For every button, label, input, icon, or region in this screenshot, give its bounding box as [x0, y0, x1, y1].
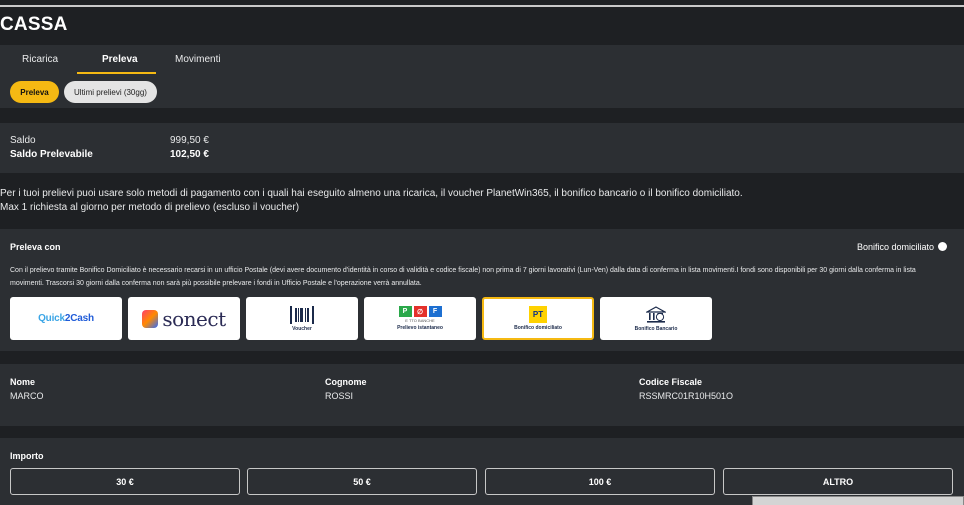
tab-bar: Ricarica Preleva Movimenti	[0, 45, 964, 75]
subtab-ultimi-prelievi-button[interactable]: Ultimi prelievi (30gg)	[64, 81, 157, 103]
tab-preleva[interactable]: Preleva	[102, 54, 138, 65]
prelievo-istantaneo-sub: E TTO BANCHE	[405, 318, 435, 323]
subtab-bar: Preleva Ultimi prelievi (30gg)	[0, 75, 964, 108]
codice-fiscale-value: RSSMRC01R10H501O	[639, 391, 734, 401]
method-card-quick2cash[interactable]: Quick2Cash	[10, 297, 122, 340]
method-card-voucher[interactable]: Voucher	[246, 297, 358, 340]
user-data-panel: Nome MARCO Cognome ROSSI Codice Fiscale …	[0, 364, 964, 426]
tab-ricarica[interactable]: Ricarica	[22, 54, 58, 65]
importo-panel: Importo 30 € 50 € 100 € ALTRO	[0, 438, 964, 505]
bonifico-bancario-caption: Bonifico Bancario	[634, 325, 678, 332]
sonect-mark-icon	[142, 309, 159, 328]
method-description: Con il prelievo tramite Bonifico Domicil…	[10, 267, 916, 287]
active-tab-indicator	[77, 72, 156, 74]
codice-fiscale-label: Codice Fiscale	[639, 377, 703, 387]
barcode-icon	[290, 305, 314, 324]
saldo-panel: Saldo 999,50 € Saldo Prelevabile 102,50 …	[0, 123, 964, 173]
amount-50-button[interactable]: 50 €	[247, 468, 477, 495]
preleva-con-panel: Preleva con Bonifico domiciliato Con il …	[0, 229, 964, 351]
tab-movimenti[interactable]: Movimenti	[175, 54, 221, 65]
quick2cash-logo: Quick2Cash	[38, 313, 94, 324]
cognome-value: ROSSI	[325, 391, 354, 401]
method-card-bonifico-bancario[interactable]: Bonifico Bancario	[600, 297, 712, 340]
voucher-caption: Voucher	[292, 325, 312, 332]
nome-label: Nome	[10, 377, 36, 387]
subtab-preleva-button[interactable]: Preleva	[10, 81, 59, 103]
bank-icon	[646, 305, 666, 323]
prelievo-istantaneo-logo: P ∅ F	[398, 306, 442, 317]
nome-value: MARCO	[10, 391, 44, 401]
saldo-prelevabile-label: Saldo Prelevabile	[10, 149, 93, 160]
saldo-prelevabile-value: 102,50 €	[170, 149, 209, 160]
preleva-con-title: Preleva con	[10, 242, 61, 252]
bonifico-domiciliato-caption: Bonifico domiciliato	[514, 325, 562, 331]
importo-title: Importo	[10, 451, 44, 461]
top-divider	[0, 5, 964, 7]
saldo-value: 999,50 €	[170, 135, 209, 146]
poste-italiane-icon: PT	[529, 306, 547, 323]
amount-altro-button[interactable]: ALTRO	[723, 468, 953, 495]
page-title: CASSA	[0, 14, 68, 35]
method-card-prelievo-istantaneo[interactable]: P ∅ F E TTO BANCHE Prelievo istantaneo	[364, 297, 476, 340]
method-card-bonifico-domiciliato[interactable]: PT Bonifico domiciliato	[482, 297, 594, 340]
sonect-logo: sonect	[142, 307, 226, 331]
saldo-label: Saldo	[10, 135, 36, 146]
info-text-limit: Max 1 richiesta al giorno per metodo di …	[0, 202, 300, 213]
amount-30-button[interactable]: 30 €	[10, 468, 240, 495]
cognome-label: Cognome	[325, 377, 367, 387]
amount-100-button[interactable]: 100 €	[485, 468, 715, 495]
overlay-popup-edge	[752, 496, 964, 505]
info-text-methods: Per i tuoi prelievi puoi usare solo meto…	[0, 188, 743, 199]
prelievo-istantaneo-caption: Prelievo istantaneo	[397, 325, 443, 331]
selected-method-label: Bonifico domiciliato	[856, 242, 934, 252]
info-icon[interactable]	[938, 242, 947, 251]
method-card-sonect[interactable]: sonect	[128, 297, 240, 340]
